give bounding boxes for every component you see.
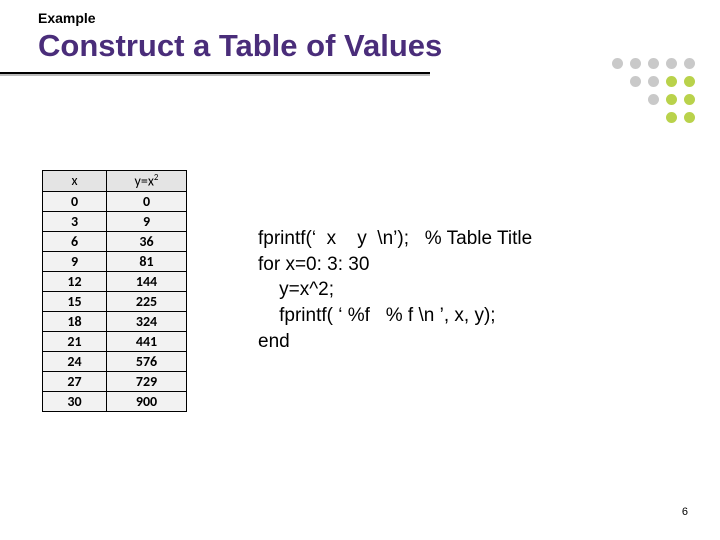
page-number: 6 xyxy=(682,506,688,518)
decorative-dots xyxy=(612,58,698,126)
cell-x: 30 xyxy=(43,391,107,411)
cell-x: 3 xyxy=(43,211,107,231)
cell-x: 21 xyxy=(43,331,107,351)
code-snippet: fprintf(‘ x y \n’); % Table Title for x=… xyxy=(258,226,532,354)
col-header-x: x xyxy=(43,171,107,192)
cell-x: 18 xyxy=(43,311,107,331)
cell-x: 24 xyxy=(43,351,107,371)
table-row: 39 xyxy=(43,211,187,231)
table-header-row: x y=x2 xyxy=(43,171,187,192)
table-row: 00 xyxy=(43,191,187,211)
table-row: 15225 xyxy=(43,291,187,311)
table-row: 24576 xyxy=(43,351,187,371)
cell-y: 729 xyxy=(107,371,187,391)
cell-x: 9 xyxy=(43,251,107,271)
cell-x: 27 xyxy=(43,371,107,391)
code-line: end xyxy=(258,331,290,352)
cell-y: 576 xyxy=(107,351,187,371)
table-row: 636 xyxy=(43,231,187,251)
code-line: for x=0: 3: 30 xyxy=(258,254,369,275)
code-line: fprintf( ‘ %f % f \n ’, x, y); xyxy=(258,305,496,326)
slide-title: Construct a Table of Values xyxy=(38,28,442,64)
title-underline-shadow xyxy=(0,74,430,76)
cell-y: 324 xyxy=(107,311,187,331)
cell-x: 12 xyxy=(43,271,107,291)
cell-y: 441 xyxy=(107,331,187,351)
cell-y: 81 xyxy=(107,251,187,271)
table-row: 981 xyxy=(43,251,187,271)
table-row: 12144 xyxy=(43,271,187,291)
table-row: 27729 xyxy=(43,371,187,391)
col-header-y: y=x2 xyxy=(107,171,187,192)
table-row: 18324 xyxy=(43,311,187,331)
cell-y: 0 xyxy=(107,191,187,211)
table-row: 21441 xyxy=(43,331,187,351)
table-row: 30900 xyxy=(43,391,187,411)
cell-y: 9 xyxy=(107,211,187,231)
cell-y: 900 xyxy=(107,391,187,411)
values-table: x y=x2 003963698112144152251832421441245… xyxy=(42,170,187,412)
cell-x: 15 xyxy=(43,291,107,311)
code-line: y=x^2; xyxy=(258,279,334,300)
code-line: fprintf(‘ x y \n’); % Table Title xyxy=(258,228,532,249)
cell-x: 6 xyxy=(43,231,107,251)
cell-y: 144 xyxy=(107,271,187,291)
cell-y: 36 xyxy=(107,231,187,251)
cell-x: 0 xyxy=(43,191,107,211)
slide-kicker: Example xyxy=(38,10,96,26)
cell-y: 225 xyxy=(107,291,187,311)
